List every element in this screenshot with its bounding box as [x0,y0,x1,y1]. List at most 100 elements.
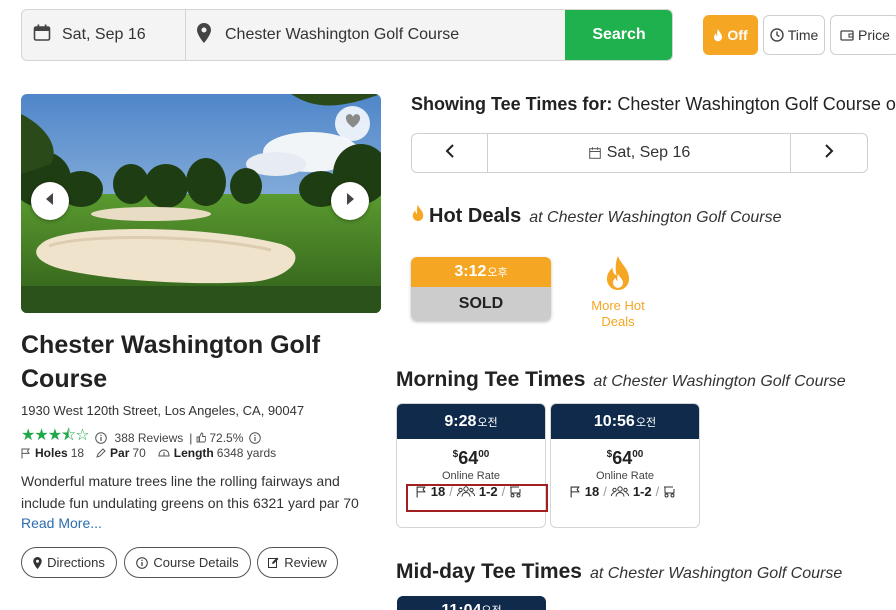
flame-icon [411,205,425,222]
info-icon [94,431,107,444]
deal-ampm: 오후 [487,267,508,279]
price-cents: 00 [478,449,490,460]
highlight-box [406,484,548,512]
group-icon [610,486,629,497]
triangle-left-icon [46,192,54,210]
tee-time-price: $6400 [397,448,545,469]
tee-time-ampm: 오전 [481,602,501,610]
favorite-button[interactable] [335,106,370,141]
chevron-right-icon [824,143,834,163]
price-filter-button[interactable]: Price [830,15,896,55]
tee-time-value: 11:04 [441,602,481,610]
midday-title: Mid-day Tee Times [396,560,582,583]
par-label: Par [110,446,130,460]
directions-button[interactable]: Directions [21,547,117,578]
location-input[interactable]: Chester Washington Golf Course [186,10,565,60]
calendar-icon [588,147,601,159]
triangle-right-icon [346,192,354,210]
deal-time-value: 3:12 [454,263,487,280]
photo-next-button[interactable] [331,182,369,220]
price-filter-label: Price [858,27,890,43]
hot-deal-card[interactable]: 3:12 오후 SOLD [411,257,551,321]
current-date-label: Sat, Sep 16 [606,144,691,161]
more-hot-line-2: Deals [601,314,635,329]
date-navigator: Sat, Sep 16 [411,133,868,173]
hot-deals-toggle[interactable]: Off [703,15,758,55]
hot-deals-heading: Hot Deals at Chester Washington Golf Cou… [411,205,782,228]
morning-title: Morning Tee Times [396,368,586,391]
heart-icon [345,114,361,133]
showing-prefix: Showing Tee Times for: [411,94,613,114]
morning-subtitle: at Chester Washington Golf Course [593,373,846,390]
players-range: 1-2 [632,484,652,499]
date-value: Sat, Sep 16 [62,26,146,43]
course-photo [21,94,381,313]
review-button[interactable]: Review [257,547,338,578]
flame-icon [713,28,723,42]
chevron-left-icon [445,143,455,163]
tee-time-ampm: 오전 [635,416,657,429]
length-label: Length [173,446,214,460]
info-icon [249,431,262,444]
next-day-button[interactable] [790,134,867,172]
flag-icon [21,448,31,459]
price-dollars: 64 [458,448,479,468]
course-details-button[interactable]: Course Details [124,547,251,578]
showing-course: Chester Washington Golf Course on [617,94,896,114]
price-dollars: 64 [612,448,633,468]
hot-deals-title: Hot Deals [429,205,522,227]
length-value: 6348 yards [216,446,277,460]
tee-time-card[interactable]: 11:04오전 [397,596,546,610]
hot-deals-toggle-label: Off [727,27,748,43]
current-date-button[interactable]: Sat, Sep 16 [488,134,791,172]
tee-time-header: 9:28 오전 [397,404,545,439]
golf-cart-icon [663,486,676,498]
morning-heading: Morning Tee Times at Chester Washington … [396,368,846,392]
prev-day-button[interactable] [412,134,488,172]
recommend-percent: 72.5% [209,430,244,445]
course-title: Chester Washington Golf Course [21,331,321,393]
hot-deals-subtitle: at Chester Washington Golf Course [529,209,782,226]
thumbs-up-icon [196,432,207,443]
edit-icon [268,557,279,568]
holes-label: Holes [35,446,68,460]
tee-time-value: 9:28 [444,412,477,430]
time-filter-label: Time [787,27,819,43]
clock-icon [770,28,784,42]
course-description: Wonderful mature trees line the rolling … [21,473,359,511]
rate-label: Online Rate [595,470,655,482]
tee-time-details: 18 / 1-2 / [551,484,699,499]
location-value: Chester Washington Golf Course [225,26,460,43]
more-hot-line-1: More Hot [591,298,645,313]
time-filter-button[interactable]: Time [763,15,825,55]
info-icon [136,556,149,569]
showing-heading: Showing Tee Times for: Chester Washingto… [411,94,896,115]
flame-icon [603,256,633,296]
wallet-icon [840,29,854,41]
reviews-count[interactable]: 388 Reviews [115,431,184,445]
deal-time: 3:12 오후 [411,257,551,287]
tee-time-card[interactable]: 10:56 오전 $6400 Online Rate 18 / 1-2 / [550,403,700,528]
course-address: 1930 West 120th Street, Los Angeles, CA,… [21,403,305,418]
price-cents: 00 [632,449,644,460]
calendar-icon [33,24,51,47]
tee-time-header: 10:56 오전 [551,404,699,439]
directions-label: Directions [47,555,105,570]
pencil-icon [96,448,106,458]
holes-count: 18 [584,484,600,499]
map-pin-icon [197,22,211,48]
separator: / [655,484,660,499]
read-more-link[interactable]: Read More... [21,515,102,531]
tee-time-ampm: 오전 [477,416,498,429]
separator: / [603,484,607,499]
date-picker[interactable]: Sat, Sep 16 [22,10,185,60]
tee-time-value: 10:56 [593,412,635,430]
holes-value: 18 [70,446,85,460]
more-hot-deals-link[interactable]: More Hot Deals [580,256,656,330]
deal-status: SOLD [411,287,551,321]
photo-prev-button[interactable] [31,182,69,220]
search-bar: Sat, Sep 16 Chester Washington Golf Cour… [21,9,673,61]
search-button[interactable]: Search [565,10,672,60]
ruler-icon [158,448,170,458]
tee-time-price: $6400 [551,448,699,469]
